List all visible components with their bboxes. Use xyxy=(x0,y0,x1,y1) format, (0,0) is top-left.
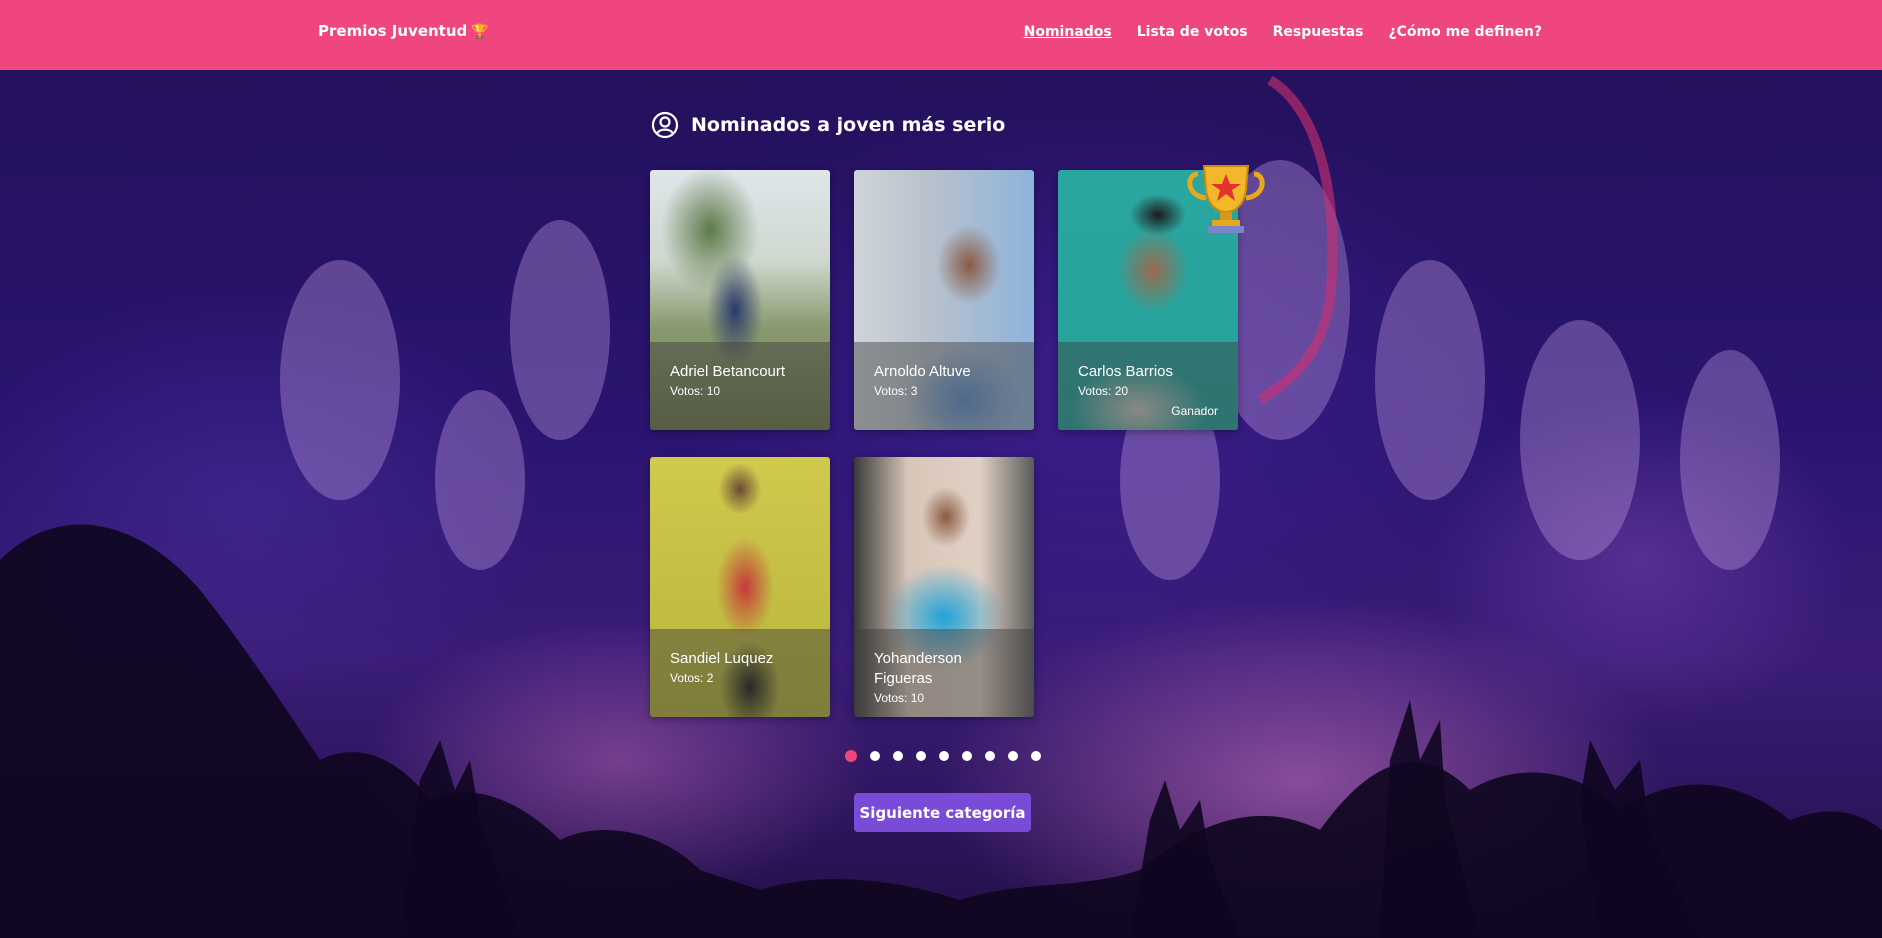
navbar: Premios Juventud 🏆 Nominados Lista de vot… xyxy=(0,0,1882,70)
pagination-dot-4[interactable] xyxy=(916,751,926,761)
pagination-dot-7[interactable] xyxy=(985,751,995,761)
pagination-dot-2[interactable] xyxy=(870,751,880,761)
nav-links: Nominados Lista de votos Respuestas ¿Cóm… xyxy=(1024,24,1542,40)
winner-badge: Ganador xyxy=(1171,404,1218,418)
nominee-name: Yohanderson Figueras xyxy=(874,650,962,687)
pagination-dot-5[interactable] xyxy=(939,751,949,761)
nominee-info: Yohanderson Figueras Votos: 10 xyxy=(854,629,1034,717)
nominee-votes: Votos: 2 xyxy=(670,671,714,685)
nominee-name: Carlos Barrios xyxy=(1078,363,1174,380)
pagination-dot-6[interactable] xyxy=(962,751,972,761)
brand-logo[interactable]: Premios Juventud 🏆 xyxy=(318,22,489,40)
nominee-votes: Votos: 10 xyxy=(670,384,721,398)
nav-link-respuestas[interactable]: Respuestas xyxy=(1273,24,1364,40)
page-title: Nominados a joven más serio xyxy=(691,114,1006,136)
pagination-dot-3[interactable] xyxy=(893,751,903,761)
nominee-name: Sandiel Luquez xyxy=(670,650,774,667)
pagination-dot-1[interactable] xyxy=(845,750,857,762)
pagination-dot-9[interactable] xyxy=(1031,751,1041,761)
pagination-dot-8[interactable] xyxy=(1008,751,1018,761)
nominee-votes: Votos: 10 xyxy=(874,691,925,705)
section-header: Nominados a joven más serio xyxy=(651,111,1005,139)
nav-link-lista-de-votos[interactable]: Lista de votos xyxy=(1137,24,1248,40)
next-category-button[interactable]: Siguiente categoría xyxy=(854,793,1031,832)
nominee-votes: Votos: 3 xyxy=(874,384,918,398)
nominee-card[interactable]: Arnoldo Altuve Votos: 3 xyxy=(854,170,1034,430)
nominee-name: Arnoldo Altuve xyxy=(874,363,971,380)
nominee-card[interactable]: Adriel Betancourt Votos: 10 xyxy=(650,170,830,430)
nominee-card[interactable]: Yohanderson Figueras Votos: 10 xyxy=(854,457,1034,717)
user-circle-icon xyxy=(651,111,679,139)
nominee-info: Adriel Betancourt Votos: 10 xyxy=(650,342,830,430)
trophy-icon: 🏆 xyxy=(471,24,489,40)
nominee-card[interactable]: Sandiel Luquez Votos: 2 xyxy=(650,457,830,717)
brand-name: Premios Juventud xyxy=(318,22,468,40)
nominee-name: Adriel Betancourt xyxy=(670,363,786,380)
category-pagination xyxy=(845,750,1041,762)
winner-trophy-icon xyxy=(1187,165,1265,233)
nominee-info: Arnoldo Altuve Votos: 3 xyxy=(854,342,1034,430)
nominee-votes: Votos: 20 xyxy=(1078,384,1129,398)
nav-link-nominados[interactable]: Nominados xyxy=(1024,24,1112,40)
nav-link-como-me-definen[interactable]: ¿Cómo me definen? xyxy=(1389,24,1543,40)
nominee-info: Sandiel Luquez Votos: 2 xyxy=(650,629,830,717)
